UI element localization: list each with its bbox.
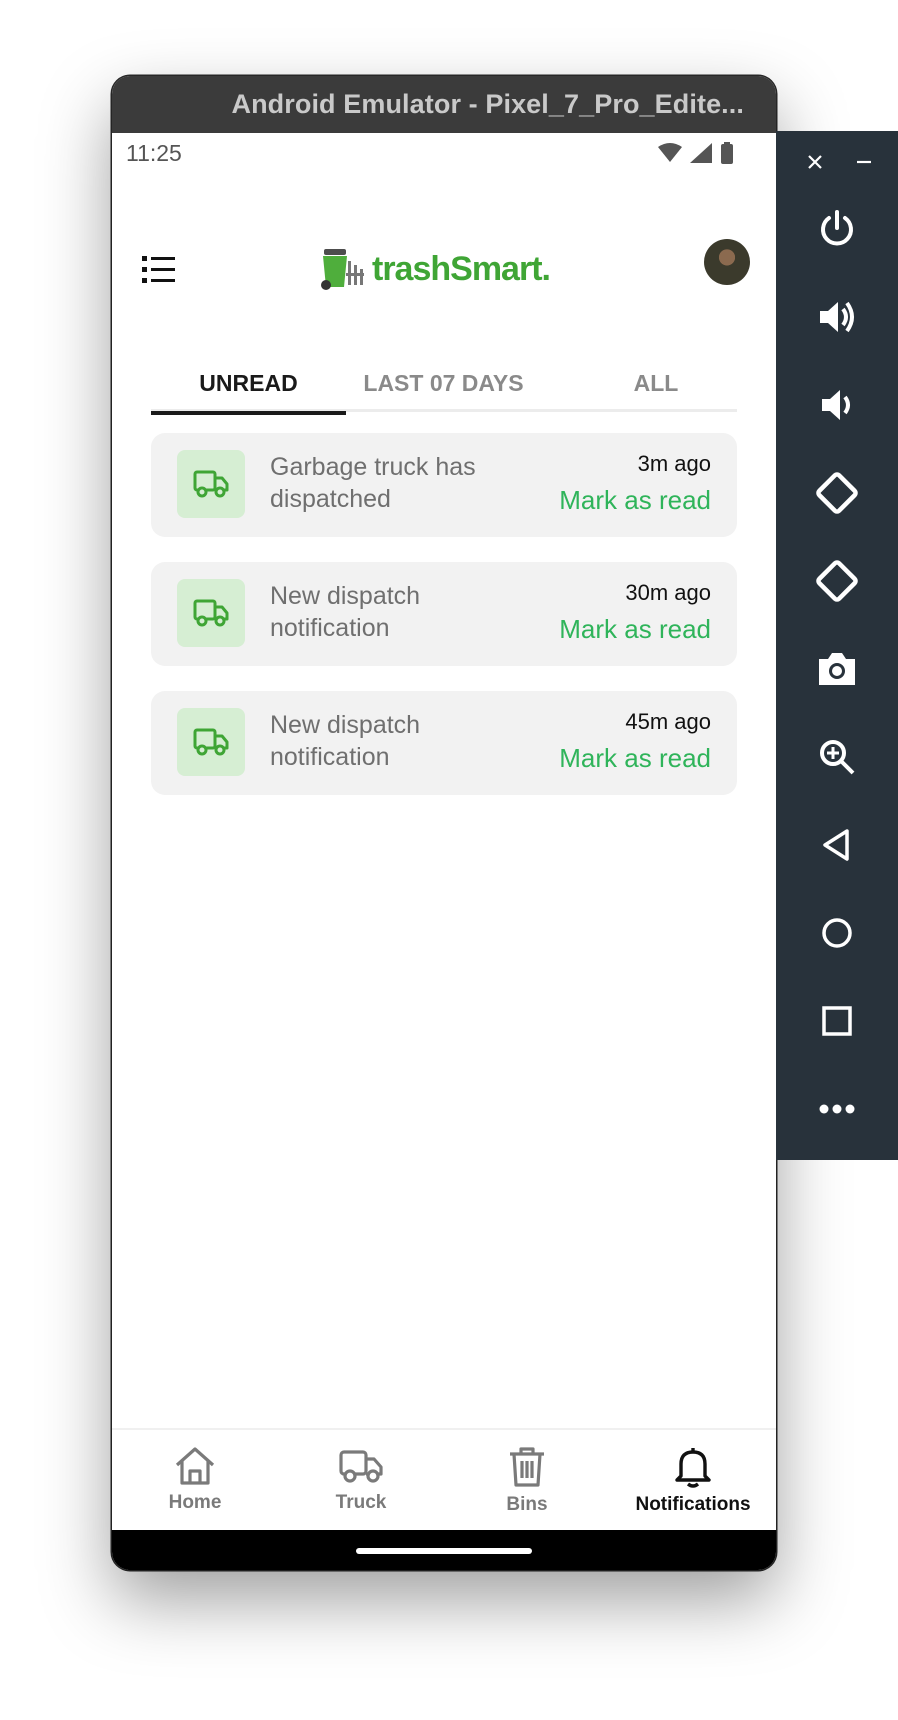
screenshot-button[interactable] [776,639,898,699]
logo-text: trashSmart. [372,249,551,288]
tab-label: UNREAD [199,370,298,396]
trash-bin-icon [510,1447,544,1487]
volume-up-button[interactable] [776,287,898,347]
status-icons [658,142,734,164]
emulator-toolbar [776,131,898,1160]
trash-bin-logo-icon [321,249,364,290]
notification-tabs: UNREAD LAST 07 DAYS ALL [151,366,737,415]
back-icon [823,829,849,861]
power-button[interactable] [776,199,898,259]
notification-title: Garbage truck has dispatched [270,453,476,513]
zoom-button[interactable] [776,727,898,787]
gesture-handle[interactable] [356,1548,532,1554]
tab-last-07-days[interactable]: LAST 07 DAYS [346,366,541,412]
window-title: Android Emulator - Pixel_7_Pro_Edite... [231,89,744,119]
status-time: 11:25 [126,139,182,166]
tab-label: LAST 07 DAYS [363,370,524,396]
overview-icon [822,1006,852,1036]
mark-as-read-link[interactable]: Mark as read [559,743,711,774]
notification-card[interactable]: New dispatch notification 45m ago Mark a… [151,691,737,795]
notification-title: New dispatch notification [270,582,421,642]
nav-label: Bins [506,1494,548,1515]
notification-icon-tile [177,450,245,518]
notification-time: 45m ago [625,709,711,734]
cell-signal-icon [690,143,712,163]
rotate-right-button[interactable] [776,551,898,611]
mark-as-read-link[interactable]: Mark as read [559,485,711,516]
back-button[interactable] [776,815,898,875]
nav-bins[interactable]: Bins [444,1430,610,1530]
list-menu-icon [142,256,175,283]
more-button[interactable] [776,1079,898,1139]
volume-down-button[interactable] [776,375,898,435]
nav-home[interactable]: Home [112,1430,278,1530]
minimize-icon[interactable] [849,147,879,177]
more-icon [819,1104,855,1114]
mark-as-read-link[interactable]: Mark as read [559,614,711,645]
notification-card[interactable]: Garbage truck has dispatched 3m ago Mark… [151,433,737,537]
app-header: trashSmart. [112,216,776,326]
nav-label: Home [168,1492,222,1513]
nav-label: Notifications [635,1494,751,1515]
tab-unread[interactable]: UNREAD [151,366,346,415]
nav-label: Truck [335,1492,387,1513]
home-circle-icon [822,918,852,948]
notification-title: New dispatch notification [270,711,421,771]
nav-notifications[interactable]: Notifications [610,1430,776,1530]
truck-icon [193,470,229,498]
emulator-window: Android Emulator - Pixel_7_Pro_Edite... … [112,76,776,1570]
app-logo: trashSmart. [320,244,551,294]
tab-all[interactable]: ALL [541,366,736,412]
status-bar: 11:25 [112,133,776,173]
rotate-left-icon [816,472,858,514]
wifi-icon [658,143,682,162]
truck-icon [339,1450,383,1483]
notification-time: 30m ago [625,580,711,605]
volume-down-icon [822,390,850,420]
notification-time: 3m ago [637,451,711,476]
bottom-navigation: Home Truck Bins Notifications [112,1428,776,1530]
notification-list: Garbage truck has dispatched 3m ago Mark… [151,433,737,820]
notification-icon-tile [177,579,245,647]
zoom-icon [820,740,855,775]
overview-button[interactable] [776,991,898,1051]
rotate-left-button[interactable] [776,463,898,523]
menu-button[interactable] [142,254,178,286]
home-icon [175,1447,215,1485]
window-title-bar: Android Emulator - Pixel_7_Pro_Edite... [112,76,776,133]
gesture-bar [112,1530,776,1570]
avatar[interactable] [704,239,750,285]
notification-icon-tile [177,708,245,776]
power-icon [821,210,853,246]
close-icon[interactable] [800,147,830,177]
notification-card[interactable]: New dispatch notification 30m ago Mark a… [151,562,737,666]
camera-icon [819,653,855,685]
volume-up-icon [820,301,854,333]
battery-icon [721,142,733,164]
home-button[interactable] [776,903,898,963]
rotate-right-icon [816,560,858,602]
bell-icon [675,1448,711,1488]
truck-icon [193,728,229,756]
nav-truck[interactable]: Truck [278,1430,444,1530]
truck-icon [193,599,229,627]
tab-label: ALL [633,370,679,396]
